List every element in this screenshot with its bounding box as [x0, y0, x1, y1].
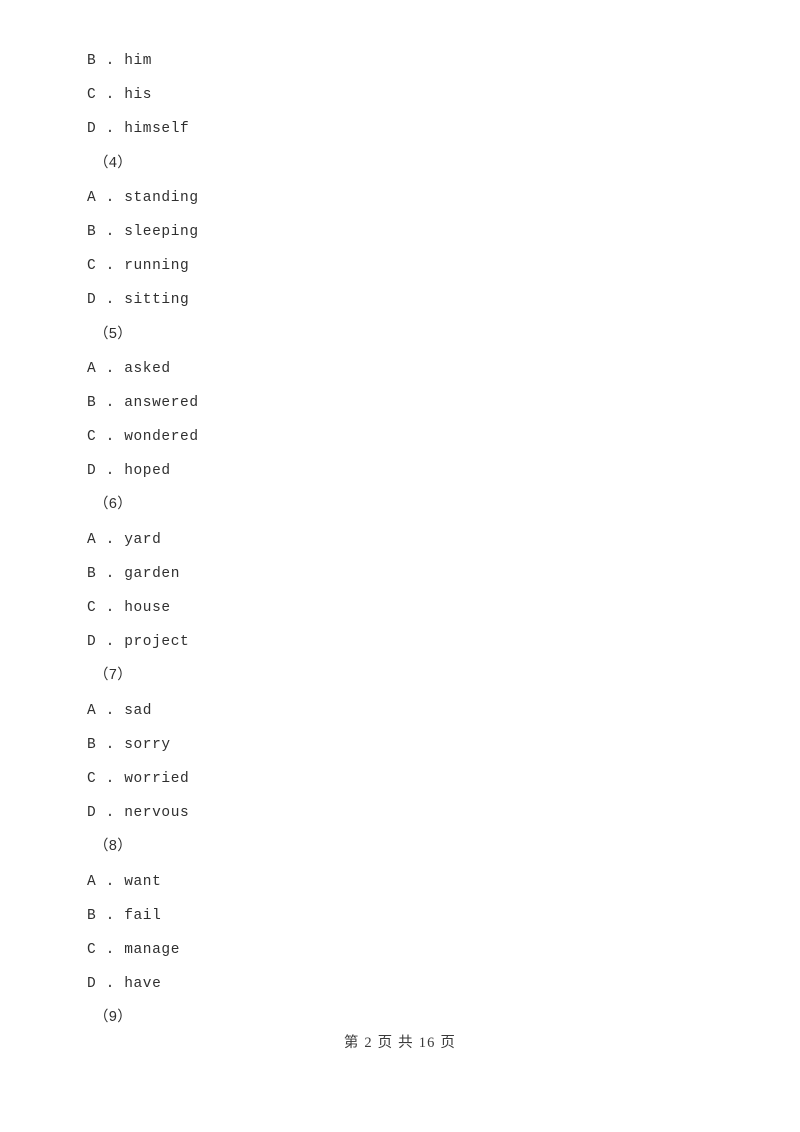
answer-option[interactable]: A . yard: [87, 523, 707, 557]
answer-option[interactable]: A . sad: [87, 694, 707, 728]
answer-option[interactable]: B . garden: [87, 557, 707, 591]
answer-option[interactable]: D . project: [87, 625, 707, 659]
answer-option[interactable]: A . want: [87, 865, 707, 899]
answer-option[interactable]: A . asked: [87, 352, 707, 386]
answer-option[interactable]: D . sitting: [87, 283, 707, 317]
answer-option[interactable]: C . manage: [87, 933, 707, 967]
answer-option[interactable]: B . sleeping: [87, 215, 707, 249]
answer-option[interactable]: A . standing: [87, 181, 707, 215]
answer-option[interactable]: B . him: [87, 44, 707, 78]
answer-option[interactable]: C . house: [87, 591, 707, 625]
answer-option[interactable]: C . wondered: [87, 420, 707, 454]
answer-option[interactable]: B . answered: [87, 386, 707, 420]
answer-option[interactable]: C . worried: [87, 762, 707, 796]
question-number: （7）: [94, 668, 132, 685]
answer-option[interactable]: B . fail: [87, 899, 707, 933]
question-number: （8）: [94, 839, 132, 856]
answer-option[interactable]: D . nervous: [87, 796, 707, 830]
answer-option[interactable]: C . running: [87, 249, 707, 283]
question-number: （6）: [94, 497, 132, 514]
question-options-list: B . him C . his D . himself （4） A . standing…: [87, 44, 707, 1035]
answer-option[interactable]: D . hoped: [87, 454, 707, 488]
page-footer: 第 2 页 共 16 页: [343, 1035, 457, 1051]
question-number: （5）: [94, 326, 132, 343]
question-number: （4）: [94, 155, 132, 172]
document-page: B . him C . his D . himself （4） A . standing…: [0, 0, 800, 1132]
answer-option[interactable]: D . have: [87, 967, 707, 1001]
answer-option[interactable]: C . his: [87, 78, 707, 112]
answer-option[interactable]: B . sorry: [87, 728, 707, 762]
answer-option[interactable]: D . himself: [87, 112, 707, 146]
